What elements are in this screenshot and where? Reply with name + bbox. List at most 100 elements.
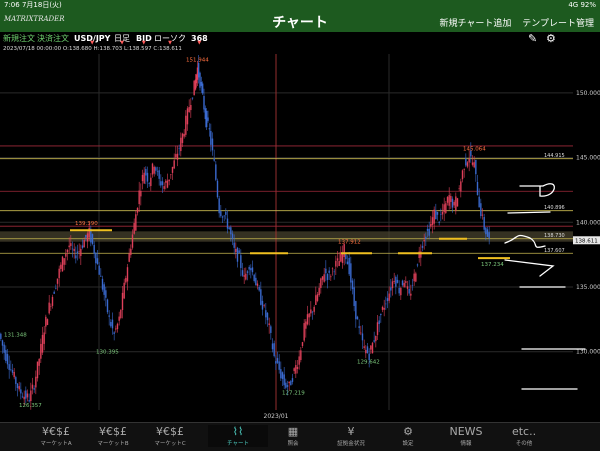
candle-body: [85, 235, 87, 238]
candle-body: [5, 349, 7, 361]
candle-body: [465, 158, 467, 166]
candle-body: [155, 167, 157, 171]
candle-body: [136, 207, 139, 213]
candle-body: [351, 280, 354, 290]
y-tick-label: 145.000: [576, 155, 600, 162]
candle-body: [183, 133, 185, 137]
candle-body: [456, 198, 459, 207]
candle-body: [86, 233, 89, 242]
candle-body: [426, 228, 429, 231]
candle-body: [353, 287, 355, 306]
candle-body: [45, 316, 47, 327]
tab-4[interactable]: ▦ 照会: [263, 425, 323, 447]
candle-body: [325, 268, 327, 274]
candle-body: [181, 133, 184, 143]
candle-body: [310, 309, 312, 314]
candle-body: [151, 163, 154, 175]
tab-label: 証拠金状況: [337, 441, 365, 447]
candle-body: [281, 372, 284, 379]
candle-body: [193, 80, 195, 96]
candle-body: [376, 322, 379, 335]
candle-body: [320, 278, 322, 288]
candle-body: [270, 326, 272, 333]
candle-body: [240, 255, 242, 269]
candle-body: [443, 204, 445, 213]
candle-body: [343, 244, 345, 257]
candle-body: [105, 290, 107, 298]
tab-6[interactable]: ⚙ 設定: [378, 425, 438, 447]
candle-body: [71, 248, 74, 250]
candle-body: [204, 108, 207, 120]
y-tick-label: 150.000: [576, 90, 600, 97]
candle-body: [133, 223, 135, 234]
candle-body: [121, 292, 124, 311]
candle-body: [131, 234, 134, 248]
candle-body: [111, 319, 114, 329]
candle-body: [266, 312, 269, 321]
price-label: 126.357: [19, 403, 42, 409]
candle-body: [301, 342, 304, 347]
candle-body: [350, 263, 352, 283]
candle-body: [441, 211, 444, 215]
candle-body: [290, 381, 292, 386]
tab-label: 設定: [402, 441, 414, 447]
tab-0[interactable]: ¥€$£ マーケットA: [26, 425, 86, 447]
tab-3[interactable]: ⌇⌇ チャート: [208, 425, 268, 447]
candle-body: [308, 313, 310, 318]
candle-body: [328, 270, 330, 273]
candle-body: [175, 154, 177, 158]
candle-body: [411, 285, 414, 286]
candle-body: [238, 250, 240, 253]
price-label: 130.395: [96, 350, 119, 356]
candle-body: [410, 293, 412, 296]
candle-body: [268, 323, 270, 326]
candle-body: [30, 390, 32, 402]
candle-body: [160, 181, 162, 186]
current-price-text: 138.611: [575, 238, 598, 244]
candle-body: [83, 240, 85, 248]
tab-2[interactable]: ¥€$£ マーケットC: [140, 425, 200, 447]
candle-body: [413, 273, 415, 282]
candle-body: [91, 234, 94, 244]
tab-7[interactable]: NEWS 情報: [436, 425, 496, 447]
price-label: 129.642: [357, 359, 380, 365]
candle-body: [123, 282, 125, 299]
candle-body: [383, 307, 385, 310]
candle-body: [161, 181, 164, 186]
candle-body: [330, 276, 332, 278]
tab-icon: ¥€$£: [99, 425, 127, 438]
candle-body: [66, 249, 69, 253]
tab-icon: ▦: [287, 425, 299, 438]
candle-body: [461, 170, 464, 180]
candle-body: [203, 95, 205, 110]
candle-body: [220, 211, 222, 217]
tab-5[interactable]: ¥ 証拠金状況: [321, 425, 381, 447]
candle-body: [125, 278, 127, 283]
candle-body: [225, 211, 227, 215]
candle-body: [345, 254, 347, 260]
candle-body: [81, 245, 84, 248]
candle-body: [246, 271, 249, 273]
candle-body: [303, 323, 305, 341]
candle-body: [255, 277, 257, 286]
candle-body: [336, 258, 339, 261]
candle-body: [481, 214, 484, 216]
candle-body: [113, 332, 115, 334]
candle-body: [231, 233, 234, 240]
candle-body: [143, 172, 145, 184]
candle-body: [275, 361, 277, 364]
candle-body: [43, 332, 45, 344]
candle-body: [478, 196, 480, 208]
candle-body: [25, 390, 27, 399]
candle-body: [476, 181, 479, 196]
candle-body: [138, 190, 140, 205]
candle-body: [358, 326, 360, 328]
tab-1[interactable]: ¥€$£ マーケットB: [83, 425, 143, 447]
tab-8[interactable]: etc.. その他: [494, 425, 554, 447]
candle-body: [305, 321, 307, 329]
candle-body: [318, 287, 320, 296]
price-chart[interactable]: 150.000 145.000 140.000 135.000 130.000 144.9…: [0, 0, 600, 422]
candle-body: [398, 287, 400, 294]
candle-body: [176, 153, 179, 160]
candle-body: [300, 350, 302, 361]
